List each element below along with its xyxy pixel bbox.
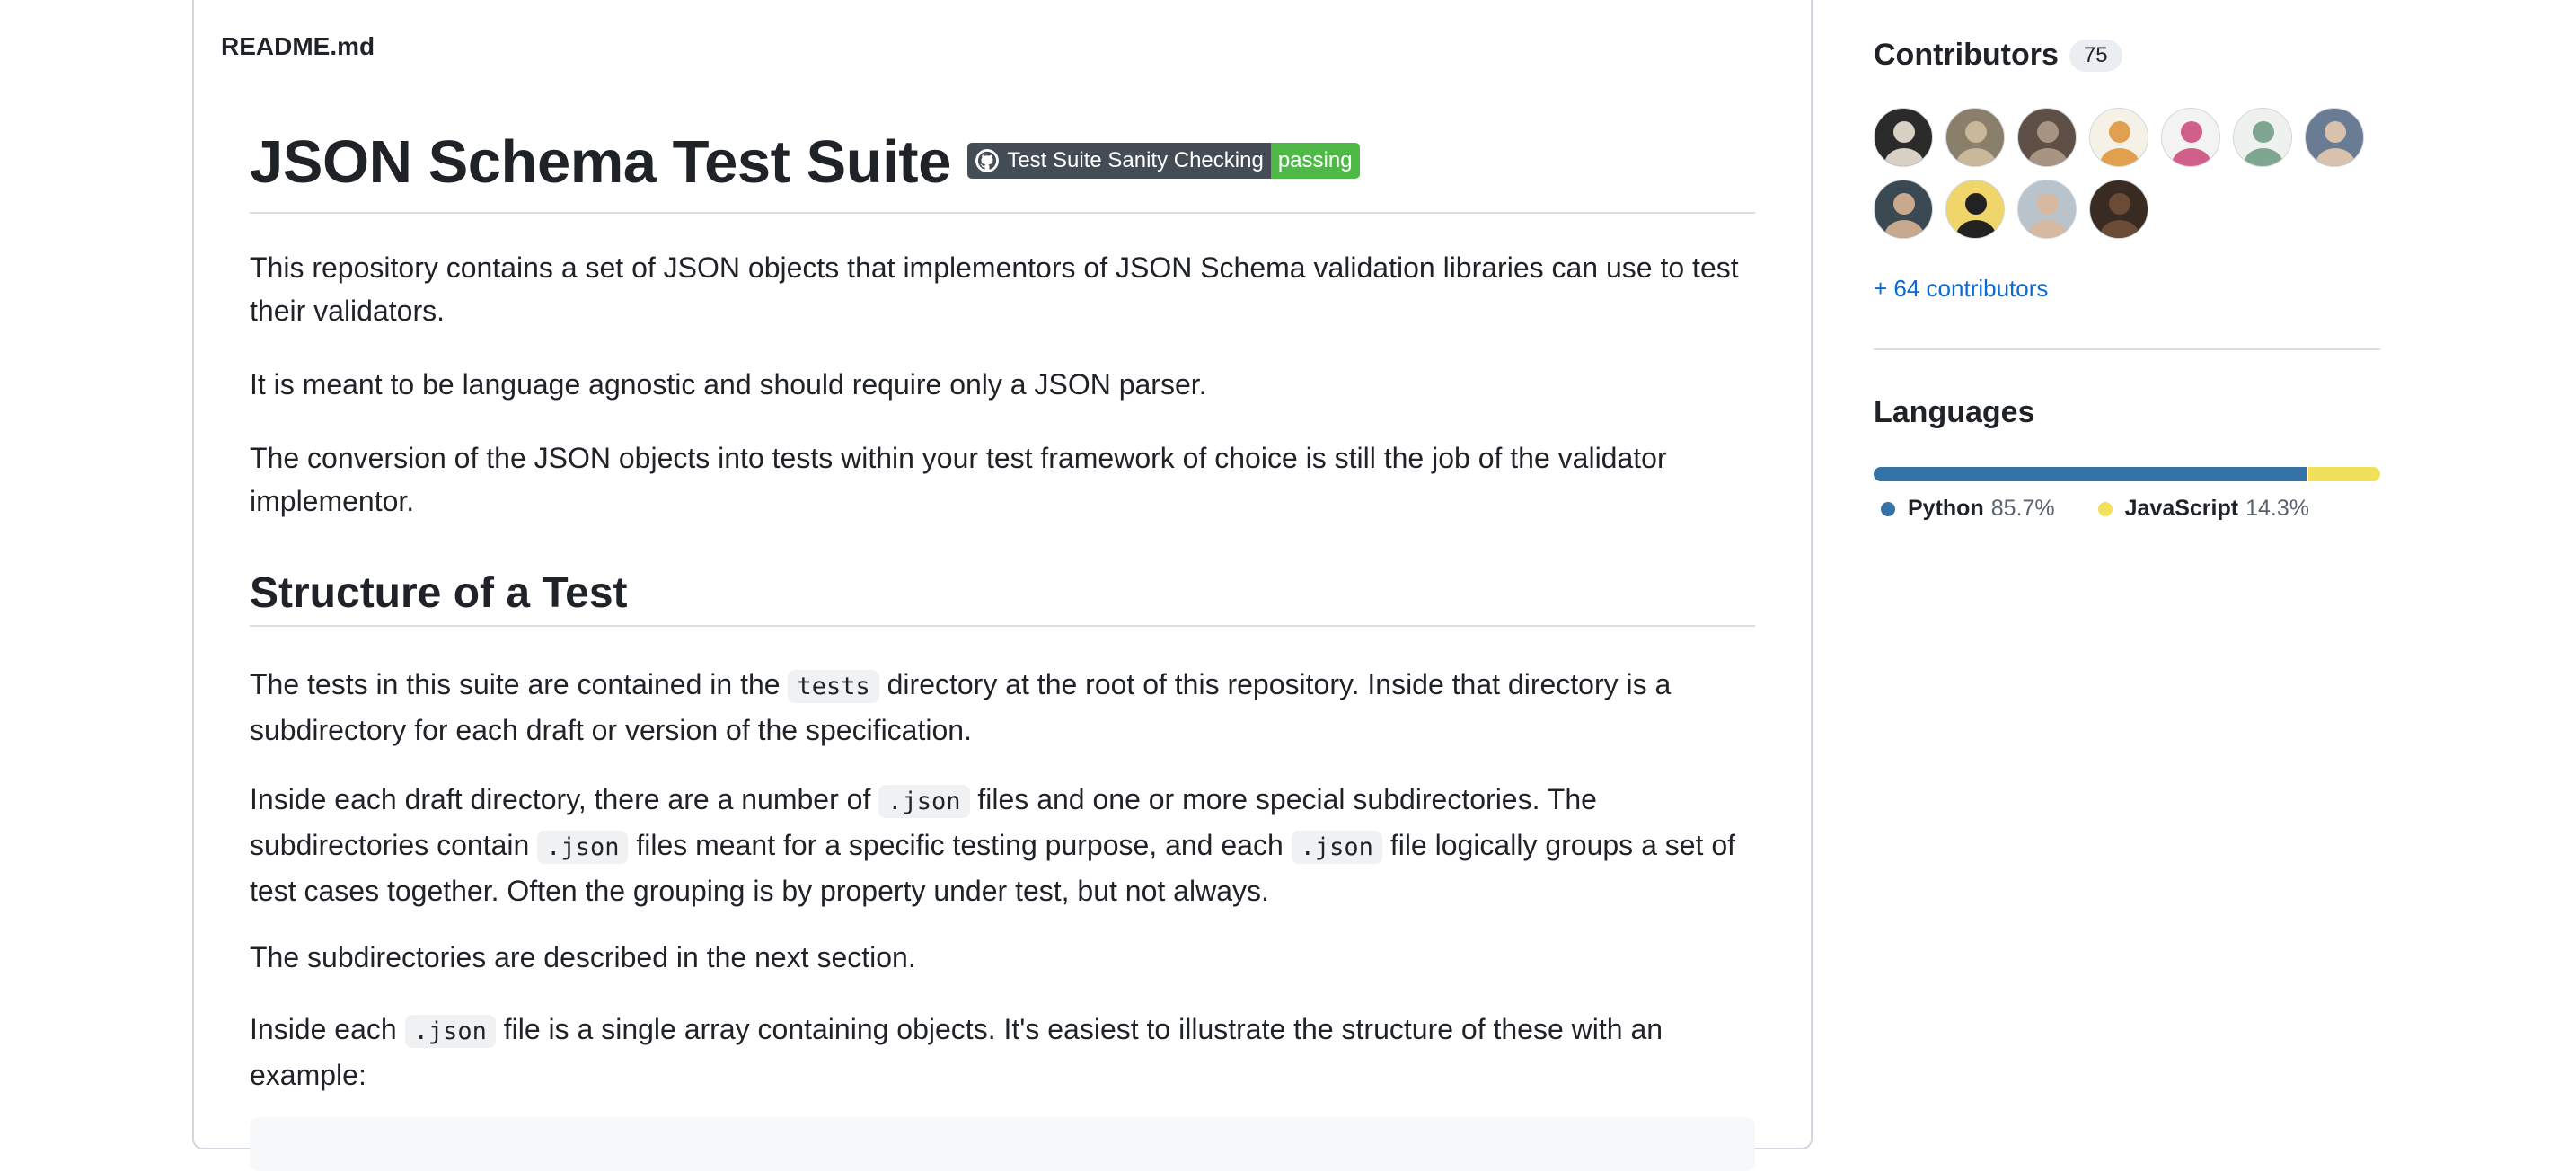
languages-heading: Languages [1874, 395, 2035, 429]
avatar-figure-icon [2172, 121, 2211, 166]
avatar-figure-icon [2244, 121, 2283, 166]
inline-code: .json [878, 785, 970, 818]
contributor-avatar[interactable] [2017, 180, 2077, 239]
language-color-dot-icon [2097, 501, 2113, 516]
contributor-avatar[interactable] [2233, 108, 2292, 167]
language-color-dot-icon [1881, 501, 1895, 516]
languages-heading-row: Languages [1874, 395, 2034, 430]
text-span: Inside each [250, 1013, 405, 1045]
contributor-avatar[interactable] [1945, 108, 2005, 167]
languages-list: Python 85.7% JavaScript 14.3% [1881, 496, 2309, 522]
inline-code: .json [404, 1015, 496, 1048]
contributor-avatar[interactable] [1945, 180, 2005, 239]
avatar-figure-icon [1884, 193, 1924, 238]
tests-paragraph: The tests in this suite are contained in… [250, 663, 1755, 752]
text-span: Inside each draft directory, there are a… [250, 783, 879, 815]
contributors-heading-row: Contributors 75 [1874, 38, 2122, 73]
page-title: JSON Schema Test Suite [250, 128, 951, 196]
ci-status-badge[interactable]: Test Suite Sanity Checking passing [967, 143, 1360, 179]
contributor-avatar[interactable] [1874, 180, 1933, 239]
draft-paragraph: Inside each draft directory, there are a… [250, 778, 1755, 912]
avatar-figure-icon [1956, 121, 1996, 166]
language-item[interactable]: Python 85.7% [1881, 496, 2055, 522]
intro-paragraph-1: This repository contains a set of JSON o… [250, 251, 1739, 327]
text-span: The tests in this suite are contained in… [250, 668, 789, 700]
contributor-avatar[interactable] [2161, 108, 2220, 167]
title-row: JSON Schema Test Suite Test Suite Sanity… [250, 122, 1755, 214]
inline-code: .json [537, 831, 629, 864]
contributor-avatar[interactable] [2305, 108, 2364, 167]
avatar-figure-icon [1956, 193, 1996, 238]
language-name: Python [1908, 496, 1984, 521]
contributor-avatar[interactable] [1874, 108, 1933, 167]
avatar-figure-icon [2028, 193, 2068, 238]
avatar-figure-icon [2100, 121, 2139, 166]
language-percent: 14.3% [2245, 496, 2309, 521]
intro-paragraph-3: The conversion of the JSON objects into … [250, 442, 1667, 517]
badge-status: passing [1270, 143, 1360, 179]
section-heading: Structure of a Test [250, 569, 628, 617]
intro-paragraph-2: It is meant to be language agnostic and … [250, 368, 1207, 401]
contributors-count: 75 [2069, 39, 2122, 72]
language-name: JavaScript [2124, 496, 2239, 521]
subdirs-paragraph: The subdirectories are described in the … [250, 941, 916, 973]
contributor-avatar[interactable] [2017, 108, 2077, 167]
code-block [250, 1117, 1755, 1171]
divider [1874, 348, 2380, 350]
badge-label-segment: Test Suite Sanity Checking [967, 143, 1271, 179]
github-icon [975, 149, 1000, 172]
avatar-figure-icon [2028, 121, 2068, 166]
language-bar-segment [2307, 467, 2380, 481]
array-paragraph: Inside each .json file is a single array… [250, 1008, 1755, 1096]
avatar-figure-icon [2100, 193, 2139, 238]
readme-filename[interactable]: README.md [221, 32, 375, 61]
avatar-figure-icon [1884, 121, 1924, 166]
inline-code: .json [1291, 831, 1382, 864]
avatar-figure-icon [2316, 121, 2355, 166]
badge-label: Test Suite Sanity Checking [1007, 148, 1264, 172]
language-bar-segment [1874, 467, 2307, 481]
language-percent: 85.7% [1990, 496, 2055, 521]
section-heading-row: Structure of a Test [250, 564, 1755, 627]
contributor-avatar[interactable] [2089, 108, 2148, 167]
language-item[interactable]: JavaScript 14.3% [2097, 496, 2309, 522]
contributors-heading[interactable]: Contributors [1874, 38, 2059, 73]
inline-code: tests [788, 670, 879, 703]
contributor-avatar[interactable] [2089, 180, 2148, 239]
text-span: files meant for a specific testing purpo… [628, 829, 1292, 861]
more-contributors-link[interactable]: + 64 contributors [1874, 275, 2048, 303]
languages-bar [1874, 467, 2380, 481]
